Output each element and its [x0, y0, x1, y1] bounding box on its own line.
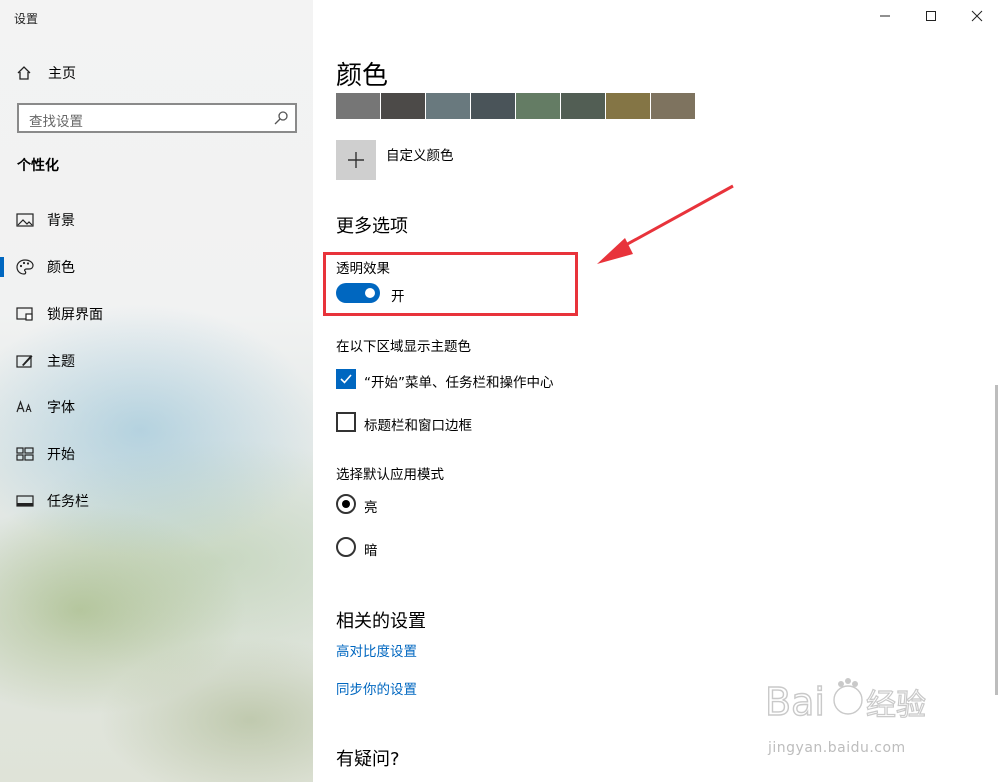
related-settings-heading: 相关的设置 [336, 611, 426, 632]
maximize-icon [926, 11, 936, 21]
sidebar-item-label: 颜色 [47, 260, 75, 276]
window-title: 设置 [14, 12, 39, 26]
page-title: 颜色 [336, 61, 389, 91]
checkbox-label: “开始”菜单、任务栏和操作中心 [364, 375, 554, 391]
color-swatch[interactable] [606, 93, 650, 119]
content-pane: 颜色 自定义颜色 更多选项 透明效果 开 在以下区域显示主题色 “开始”菜单、任… [313, 0, 1000, 782]
radio-label: 亮 [364, 500, 378, 516]
app-mode-label: 选择默认应用模式 [336, 467, 444, 483]
sidebar-item-start[interactable]: 开始 [0, 434, 313, 474]
font-icon [16, 400, 32, 413]
custom-color-label: 自定义颜色 [386, 148, 454, 164]
search-placeholder: 查找设置 [29, 114, 83, 130]
faq-heading: 有疑问? [336, 749, 400, 770]
color-swatch[interactable] [336, 93, 380, 119]
baidu-logo-icon: Bai 经验 [764, 678, 927, 725]
sidebar-item-taskbar[interactable]: 任务栏 [0, 481, 313, 521]
start-taskbar-checkbox[interactable] [336, 369, 356, 389]
selection-indicator [0, 257, 4, 277]
title-bar-checkbox[interactable] [336, 412, 356, 432]
custom-color-button[interactable] [336, 140, 376, 180]
close-icon [971, 10, 983, 22]
theme-brush-icon [16, 355, 33, 368]
search-input[interactable]: 查找设置 [17, 103, 297, 133]
color-swatch[interactable] [381, 93, 425, 119]
sidebar-item-label: 任务栏 [47, 494, 89, 510]
color-swatch[interactable] [651, 93, 695, 119]
sidebar-item-home[interactable]: 主页 [16, 62, 76, 84]
more-options-heading: 更多选项 [336, 216, 408, 237]
scrollbar[interactable] [995, 385, 998, 695]
radio-dot [342, 500, 350, 508]
annotation-arrow-icon [597, 184, 734, 264]
high-contrast-link[interactable]: 高对比度设置 [336, 640, 417, 660]
sidebar-item-label: 主页 [48, 66, 76, 82]
taskbar-icon [16, 495, 34, 507]
sidebar-item-fonts[interactable]: 字体 [0, 387, 313, 427]
sidebar-item-label: 主题 [47, 354, 75, 370]
checkmark-icon [340, 374, 352, 384]
window-controls [862, 0, 1000, 32]
color-swatch[interactable] [426, 93, 470, 119]
color-swatch[interactable] [516, 93, 560, 119]
lock-screen-icon [16, 307, 33, 321]
svg-text:经验: 经验 [866, 688, 926, 723]
search-icon[interactable] [273, 110, 289, 126]
picture-icon [16, 213, 34, 227]
annotation-highlight-box [323, 252, 578, 316]
minimize-icon [880, 15, 890, 17]
sidebar-item-label: 开始 [47, 447, 75, 463]
sidebar-item-themes[interactable]: 主题 [0, 341, 313, 381]
close-button[interactable] [954, 0, 1000, 32]
accent-surfaces-label: 在以下区域显示主题色 [336, 339, 471, 355]
palette-icon [16, 259, 34, 275]
start-grid-icon [16, 447, 34, 461]
sidebar: 设置 主页 查找设置 个性化 背景 颜色 锁屏界面 主题 字体 开始 任务栏 [0, 0, 313, 782]
light-mode-radio[interactable] [336, 494, 356, 514]
maximize-button[interactable] [908, 0, 954, 32]
radio-label: 暗 [364, 543, 378, 559]
svg-text:Bai: Bai [765, 680, 825, 724]
color-swatch-grid [336, 93, 695, 119]
sidebar-item-label: 字体 [47, 400, 75, 416]
section-title: 个性化 [17, 158, 59, 174]
minimize-button[interactable] [862, 0, 908, 32]
sidebar-item-background[interactable]: 背景 [0, 200, 313, 240]
sidebar-item-label: 背景 [47, 213, 75, 229]
checkbox-label: 标题栏和窗口边框 [364, 418, 472, 434]
color-swatch[interactable] [471, 93, 515, 119]
home-icon [17, 66, 31, 80]
color-swatch[interactable] [561, 93, 605, 119]
sync-settings-link[interactable]: 同步你的设置 [336, 678, 417, 698]
watermark-text: jingyan.baidu.com [768, 740, 906, 756]
sidebar-item-label: 锁屏界面 [47, 307, 103, 323]
plus-icon [348, 152, 364, 168]
sidebar-item-colors[interactable]: 颜色 [0, 247, 313, 287]
sidebar-item-lock-screen[interactable]: 锁屏界面 [0, 294, 313, 334]
dark-mode-radio[interactable] [336, 537, 356, 557]
